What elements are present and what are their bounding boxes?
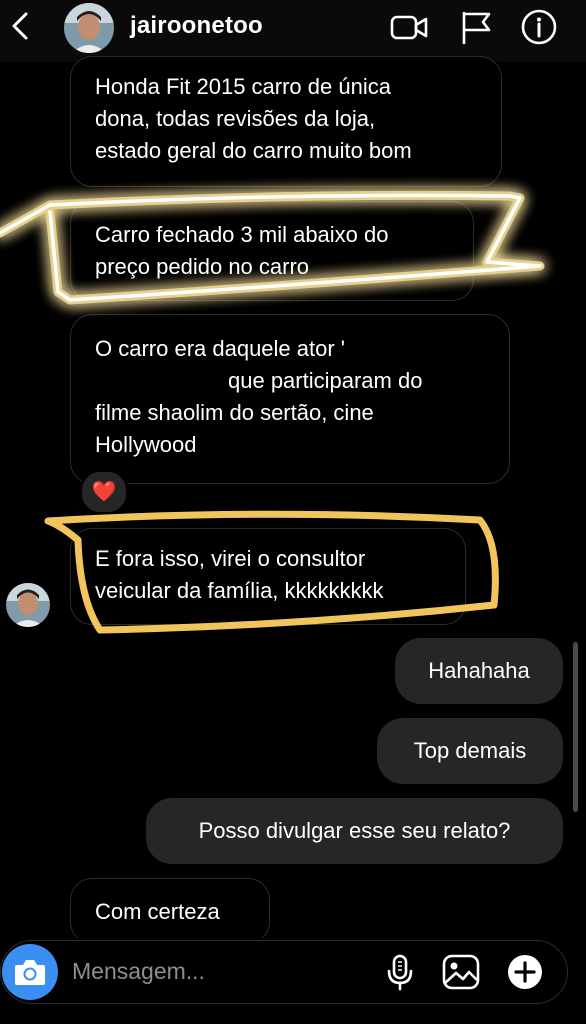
received-message[interactable]: O carro era daquele ator ' que participa… [70,314,510,484]
sent-message[interactable]: Posso divulgar esse seu relato? [146,798,563,864]
message-text-line: Honda Fit 2015 carro de única [95,74,391,99]
message-text-line: que participaram do [228,368,423,393]
message-input[interactable] [70,952,374,990]
info-icon[interactable] [519,8,559,46]
camera-icon[interactable] [2,944,58,1000]
chat-header: jairoonetoo [0,0,586,62]
sent-message[interactable]: Hahahaha [395,638,563,704]
message-text-line: O carro era daquele ator ' [95,336,346,361]
received-message-highlighted[interactable]: E fora isso, virei o consultor veicular … [70,528,466,625]
avatar[interactable] [64,3,114,53]
message-text-line: dona, todas revisões da loja, [95,106,376,131]
heart-reaction-badge[interactable]: ❤️ [80,470,128,514]
video-camera-icon[interactable] [389,8,429,46]
sent-message[interactable]: Top demais [377,718,563,784]
microphone-icon[interactable] [380,952,420,992]
plus-icon[interactable] [505,952,545,992]
message-text-line: veicular da família, kkkkkkkkk [95,578,384,603]
message-text-line: Carro fechado 3 mil abaixo do [95,222,389,247]
received-message[interactable]: Honda Fit 2015 carro de única dona, toda… [70,56,502,187]
message-text-line: Com certeza [95,899,220,924]
sender-avatar[interactable] [6,583,50,627]
gallery-icon[interactable] [441,952,481,992]
received-message[interactable]: Com certeza [70,878,270,944]
received-message-highlighted[interactable]: Carro fechado 3 mil abaixo do preço pedi… [70,201,474,301]
message-text-line: E fora isso, virei o consultor [95,546,366,571]
message-text-line: estado geral do carro muito bom [95,138,412,163]
flag-icon[interactable] [456,8,496,46]
scrollbar[interactable] [573,642,578,812]
message-text-line: Hollywood [95,432,197,457]
message-composer [0,938,586,1024]
message-text-line: preço pedido no carro [95,254,310,279]
heart-icon: ❤️ [91,481,117,503]
back-icon[interactable] [6,10,34,42]
message-text-line: filme shaolim do sertão, cine [95,400,374,425]
chat-username[interactable]: jairoonetoo [130,12,263,40]
